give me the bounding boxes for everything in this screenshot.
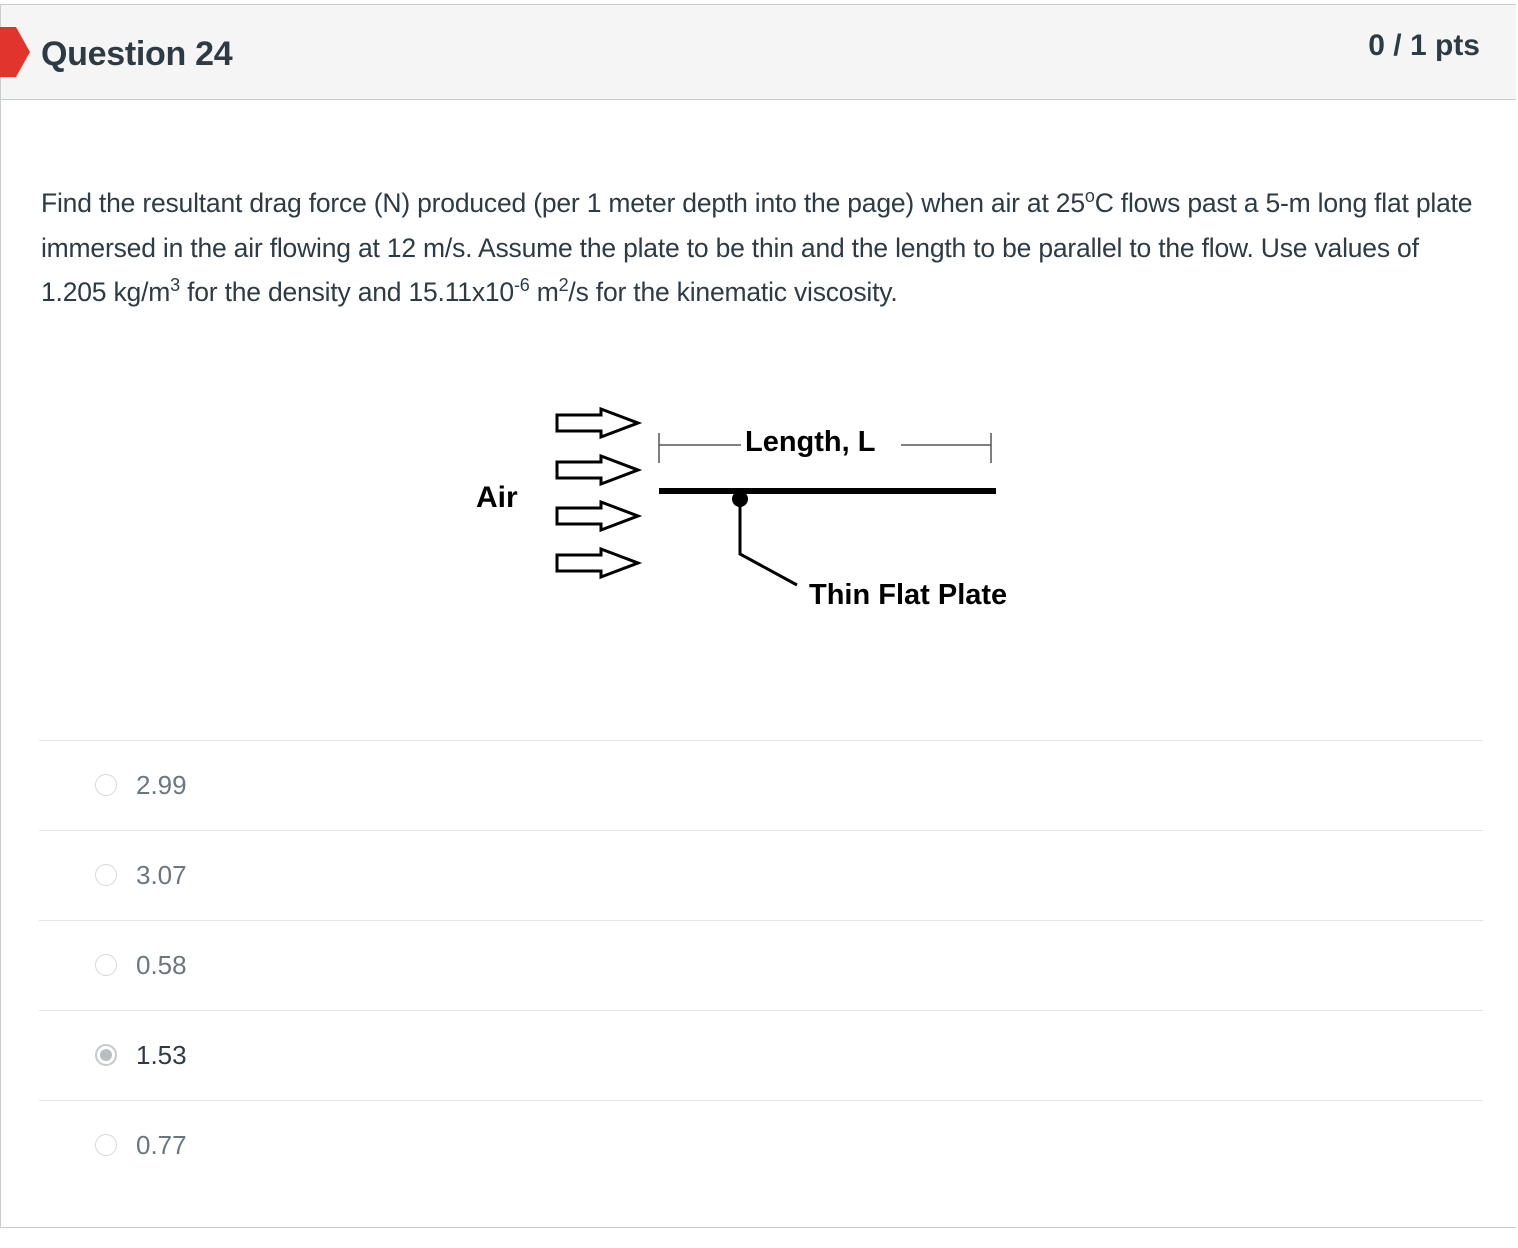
answer-text: 3.07 <box>136 860 187 890</box>
radio-button[interactable] <box>95 864 117 886</box>
answer-option[interactable]: 0.77 <box>39 1100 1483 1190</box>
radio-button[interactable] <box>95 1134 117 1156</box>
flow-arrow-icon <box>555 499 643 533</box>
answer-option-selected[interactable]: 1.53 <box>39 1010 1483 1100</box>
plate-label: Thin Flat Plate <box>809 579 1007 611</box>
flat-plate-diagram: Air Length, L Thin Flat Plate <box>476 406 1007 611</box>
answer-option[interactable]: 0.58 <box>39 920 1483 1010</box>
flow-arrow-icon <box>555 406 643 440</box>
question-points: 0 / 1 pts <box>1368 29 1480 62</box>
question-title: Question 24 <box>41 35 233 73</box>
flow-arrow-icon <box>555 546 643 580</box>
answer-text: 1.53 <box>136 1040 187 1070</box>
leader-line <box>738 500 798 587</box>
answer-text: 0.58 <box>136 950 187 980</box>
answer-list: 2.99 3.07 0.58 1.53 0.77 <box>39 740 1483 1190</box>
question-header: Question 24 0 / 1 pts <box>0 5 1516 100</box>
answer-text: 0.77 <box>136 1130 187 1160</box>
answer-text: 2.99 <box>136 770 187 800</box>
question-text: Find the resultant drag force (N) produc… <box>41 186 1473 307</box>
flow-arrows <box>555 406 643 580</box>
air-label: Air <box>476 481 518 514</box>
radio-button[interactable] <box>95 774 117 796</box>
answer-option[interactable]: 3.07 <box>39 830 1483 920</box>
length-label: Length, L <box>745 426 875 458</box>
flag-icon[interactable] <box>0 27 30 77</box>
radio-button-selected[interactable] <box>95 1044 117 1066</box>
question-card: Question 24 0 / 1 pts Find the resultant… <box>0 4 1516 1228</box>
radio-button[interactable] <box>95 954 117 976</box>
answer-option[interactable]: 2.99 <box>39 740 1483 830</box>
flow-arrow-icon <box>555 453 643 487</box>
